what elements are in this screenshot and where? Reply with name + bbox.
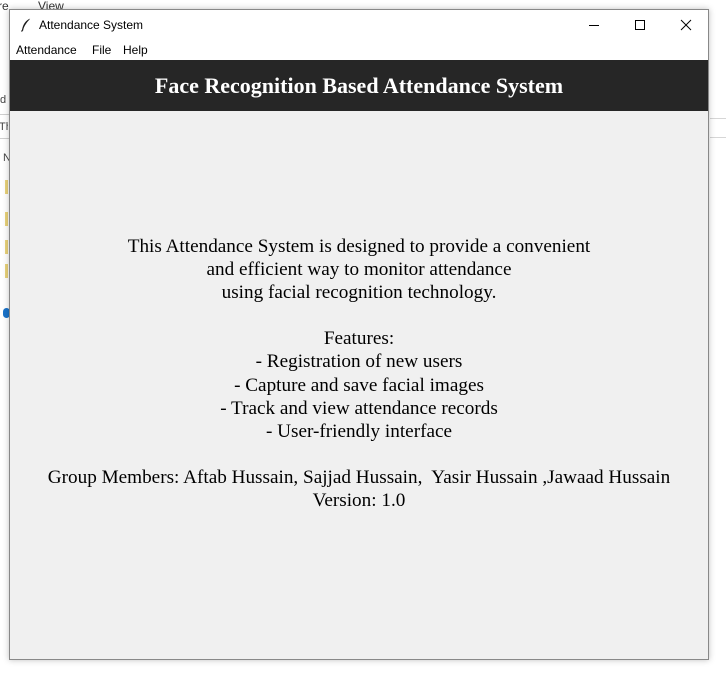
background-marker: [5, 212, 8, 226]
menu-bar: Attendance File Help: [10, 40, 708, 60]
app-window: Attendance System Attendance File Help F…: [9, 9, 709, 660]
background-marker: [5, 264, 8, 278]
close-button[interactable]: [663, 10, 709, 40]
group-members: Group Members: Aftab Hussain, Sajjad Hus…: [47, 466, 671, 488]
close-icon: [680, 16, 692, 35]
feature-item: - User-friendly interface: [265, 420, 453, 442]
intro-line: and efficient way to monitor attendance: [206, 259, 512, 281]
about-panel: This Attendance System is designed to pr…: [10, 111, 708, 659]
feature-item: - Capture and save facial images: [234, 374, 484, 396]
menu-file[interactable]: File: [92, 43, 111, 57]
background-marker: [5, 240, 8, 254]
background-divider: [710, 137, 726, 138]
feather-icon: [18, 17, 34, 33]
background-edge-text: Th: [0, 121, 8, 133]
version-label: Version: 1.0: [312, 490, 406, 512]
maximize-button[interactable]: [617, 10, 663, 40]
features-heading: Features:: [323, 328, 395, 350]
background-divider: [0, 138, 9, 139]
page-title: Face Recognition Based Attendance System: [154, 72, 564, 98]
feature-item: - Registration of new users: [255, 351, 463, 373]
feature-item: - Track and view attendance records: [220, 397, 498, 419]
maximize-icon: [634, 16, 646, 35]
window-title: Attendance System: [39, 18, 144, 32]
background-divider: [710, 118, 726, 119]
menu-help[interactable]: Help: [123, 43, 148, 57]
background-edge-text: d: [0, 94, 7, 106]
title-bar[interactable]: Attendance System: [10, 10, 708, 40]
minimize-button[interactable]: [571, 10, 617, 40]
about-text: This Attendance System is designed to pr…: [10, 235, 708, 512]
header-banner: Face Recognition Based Attendance System: [10, 60, 708, 111]
background-menu-fragment: re: [0, 0, 9, 13]
intro-line: using facial recognition technology.: [221, 282, 497, 304]
intro-line: This Attendance System is designed to pr…: [127, 236, 591, 257]
background-marker: [5, 180, 8, 194]
minimize-icon: [588, 16, 600, 35]
menu-attendance[interactable]: Attendance: [16, 43, 77, 57]
background-divider: [0, 114, 9, 115]
